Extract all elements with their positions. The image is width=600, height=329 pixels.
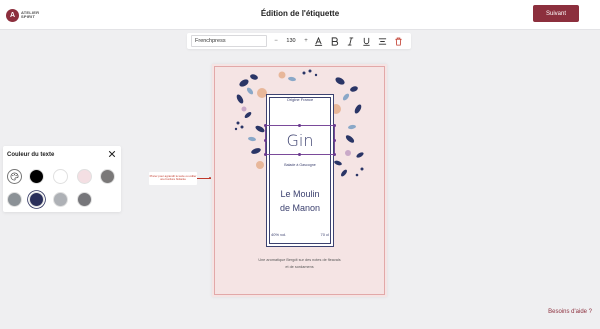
color-swatch-light-gray[interactable]: [53, 192, 68, 207]
italic-icon[interactable]: [342, 34, 358, 48]
name-line-1[interactable]: Le Moulin: [267, 189, 333, 199]
color-picker-icon[interactable]: [7, 169, 22, 184]
align-icon[interactable]: [374, 34, 390, 48]
resize-handle-br[interactable]: [333, 153, 336, 156]
close-icon[interactable]: [108, 150, 116, 158]
origin-text[interactable]: Origine France: [267, 97, 333, 102]
resize-handle-b[interactable]: [298, 153, 301, 156]
text-toolbar: Frenchpress − 130 +: [187, 33, 411, 49]
bold-icon[interactable]: [326, 34, 342, 48]
font-family-select[interactable]: Frenchpress: [191, 35, 267, 47]
top-bar: A ATELIER SPIRIT Édition de l'étiquette …: [0, 0, 600, 30]
resize-handle-tr[interactable]: [333, 124, 336, 127]
description-line-1[interactable]: Une aromatique Bergdt sur des notes de f…: [212, 258, 387, 262]
label-card-inner-border: [269, 97, 331, 244]
subtitle-text[interactable]: Balade à Gascogne: [267, 163, 333, 167]
description-line-2[interactable]: et de sordamens: [212, 265, 387, 269]
font-size-value[interactable]: 130: [280, 38, 302, 44]
color-swatch-dark-gray[interactable]: [77, 192, 92, 207]
decrease-size-button[interactable]: −: [272, 38, 280, 44]
resize-handle-bl[interactable]: [264, 153, 267, 156]
product-text[interactable]: Gin: [267, 131, 333, 150]
underline-icon[interactable]: [358, 34, 374, 48]
increase-size-button[interactable]: +: [302, 38, 310, 44]
delete-icon[interactable]: [390, 34, 406, 48]
abv-text[interactable]: 40% vol.: [271, 232, 286, 237]
help-link[interactable]: Besoins d'aide ?: [548, 309, 592, 315]
color-swatch-pink[interactable]: [77, 169, 92, 184]
hint-anchor-dot: [209, 177, 211, 179]
name-line-2[interactable]: de Manon: [267, 203, 333, 213]
resize-handle-tl[interactable]: [264, 124, 267, 127]
resize-handle-r[interactable]: [333, 139, 336, 142]
color-swatch-slate[interactable]: [7, 192, 22, 207]
resize-handle-t[interactable]: [298, 124, 301, 127]
color-swatch-navy[interactable]: [29, 192, 44, 207]
page-title: Édition de l'étiquette: [260, 9, 340, 18]
color-swatch-black[interactable]: [29, 169, 44, 184]
color-swatch-white[interactable]: [53, 169, 68, 184]
color-panel-title: Couleur du texte: [7, 152, 55, 158]
label-card[interactable]: Origine France Gin Balade à Gascogne Le …: [264, 94, 336, 247]
label-canvas[interactable]: Origine France Gin Balade à Gascogne Le …: [212, 64, 387, 297]
text-color-icon[interactable]: [310, 34, 326, 48]
bleed-hint-tooltip: Pincer pour agrandir le texte ou éditer …: [149, 172, 197, 185]
color-swatch-gray[interactable]: [100, 169, 115, 184]
volume-text[interactable]: 70 cl: [321, 232, 329, 237]
font-size-stepper: − 130 +: [272, 38, 310, 44]
text-color-panel: Couleur du texte: [3, 146, 121, 212]
next-button[interactable]: Suivant: [533, 5, 579, 22]
